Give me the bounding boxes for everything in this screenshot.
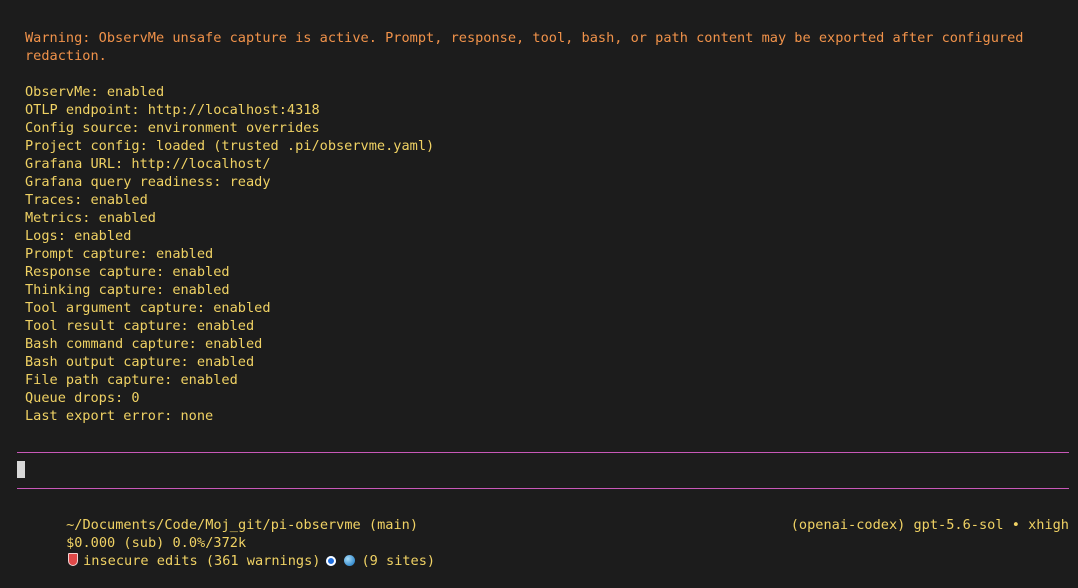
footer-usage-row: $0.000 (sub) 0.0%/372k (openai-codex) gp… [17, 516, 1069, 551]
status-bash-command-capture: Bash command capture: enabled [25, 336, 263, 352]
status-file-path-capture: File path capture: enabled [25, 372, 238, 388]
status-project-config: Project config: loaded (trusted .pi/obse… [25, 138, 435, 154]
status-prompt-capture: Prompt capture: enabled [25, 246, 214, 262]
insecure-edits-status: insecure edits (361 warnings) [83, 553, 321, 569]
footer-edits-row: insecure edits (361 warnings) (9 sites) [17, 534, 1069, 569]
prompt-input[interactable] [17, 461, 1067, 479]
status-traces: Traces: enabled [25, 192, 148, 208]
unsafe-capture-warning: Warning: ObservMe unsafe capture is acti… [25, 30, 1032, 64]
status-logs: Logs: enabled [25, 228, 132, 244]
text-cursor [17, 461, 25, 478]
status-tool-result-capture: Tool result capture: enabled [25, 318, 255, 334]
model-info: (openai-codex) gpt-5.6-sol • xhigh [790, 517, 1069, 533]
status-queue-drops: Queue drops: 0 [25, 390, 140, 406]
status-tool-argument-capture: Tool argument capture: enabled [25, 300, 271, 316]
status-grafana-url: Grafana URL: http://localhost/ [25, 156, 271, 172]
terminal-window: Warning: ObservMe unsafe capture is acti… [0, 0, 1078, 569]
footer-path-row: ~/Documents/Code/Moj_git/pi-observme (ma… [17, 498, 1069, 533]
status-config-source: Config source: environment overrides [25, 120, 320, 136]
globe-icon [344, 555, 356, 566]
status-last-export-error: Last export error: none [25, 408, 214, 424]
status-footer: ~/Documents/Code/Moj_git/pi-observme (ma… [17, 498, 1069, 569]
status-bash-output-capture: Bash output capture: enabled [25, 354, 255, 370]
status-observme: ObservMe: enabled [25, 84, 165, 100]
status-metrics: Metrics: enabled [25, 210, 156, 226]
input-top-divider [17, 452, 1069, 453]
observme-status-list: ObservMe: enabled OTLP endpoint: http://… [25, 83, 434, 425]
input-bottom-divider [17, 488, 1069, 489]
status-thinking-capture: Thinking capture: enabled [25, 282, 230, 298]
status-response-capture: Response capture: enabled [25, 264, 230, 280]
status-grafana-query-readiness: Grafana query readiness: ready [25, 174, 271, 190]
status-otlp-endpoint: OTLP endpoint: http://localhost:4318 [25, 102, 320, 118]
sites-count: (9 sites) [361, 553, 436, 569]
shield-icon [68, 553, 79, 566]
target-icon [326, 556, 337, 566]
